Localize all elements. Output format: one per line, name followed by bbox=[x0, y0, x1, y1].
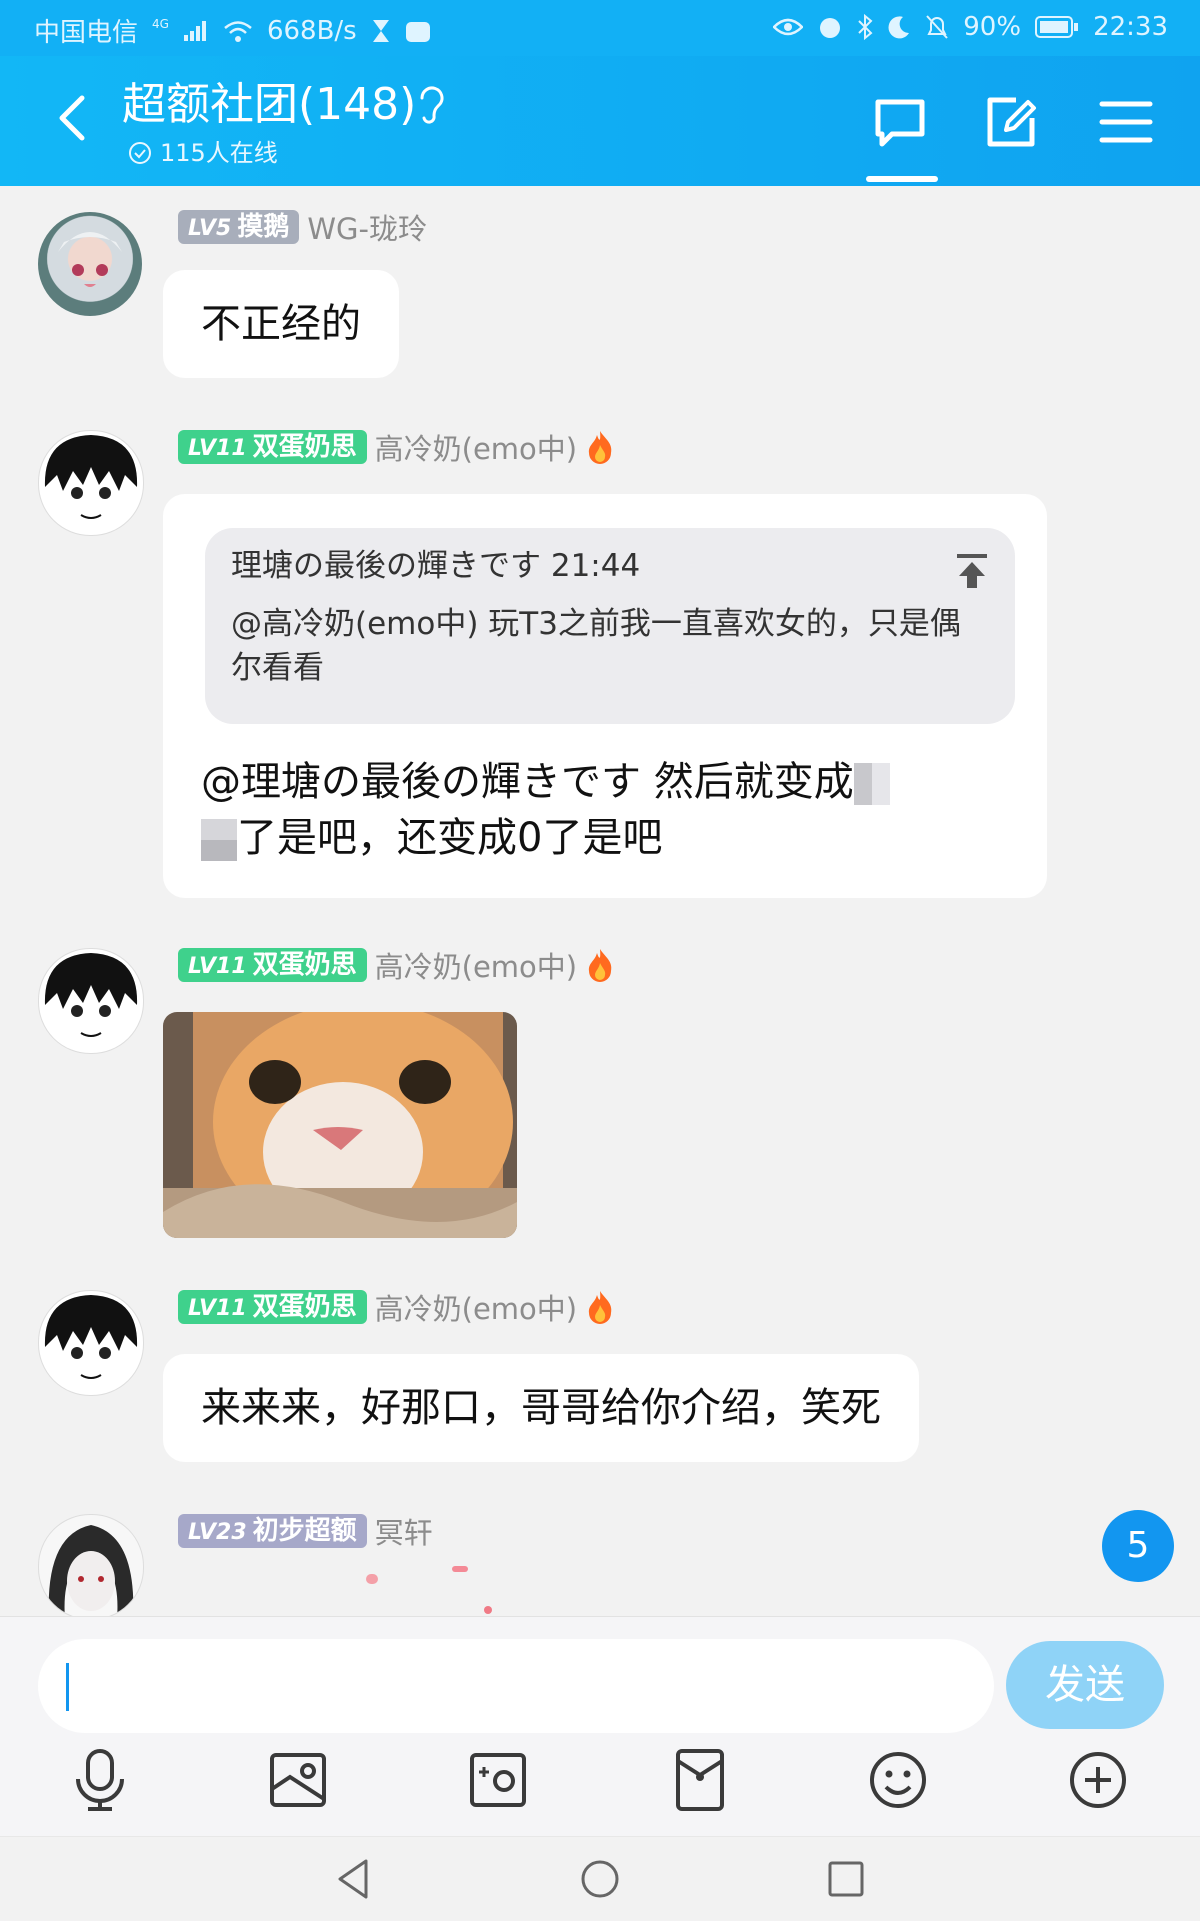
message-meta: LV23 初步超额 冥轩 bbox=[178, 1512, 433, 1550]
avatar[interactable] bbox=[38, 1290, 144, 1396]
avatar[interactable] bbox=[38, 948, 144, 1054]
level-badge: LV11 双蛋奶思 bbox=[178, 430, 367, 464]
dark-hair-girl-avatar-icon bbox=[48, 1525, 134, 1616]
username[interactable]: WG-珑玲 bbox=[307, 206, 427, 248]
message-meta: LV11 双蛋奶思 高冷奶(emo中) bbox=[178, 1288, 615, 1326]
pixelated-emoji bbox=[853, 763, 890, 805]
signal-icon bbox=[183, 20, 206, 41]
edit-icon[interactable] bbox=[984, 94, 1040, 150]
avatar[interactable] bbox=[38, 430, 144, 536]
message-bubble[interactable]: 来来来，好那口，哥哥给你介绍，笑死 bbox=[163, 1354, 919, 1462]
back-arrow-icon[interactable] bbox=[52, 94, 92, 142]
cat-photo[interactable] bbox=[163, 1012, 517, 1238]
active-tab-indicator bbox=[866, 176, 938, 182]
username[interactable]: 高冷奶(emo中) bbox=[375, 1286, 577, 1328]
fire-icon bbox=[589, 949, 612, 982]
message-meta: LV11 双蛋奶思 高冷奶(emo中) bbox=[178, 428, 615, 466]
anime-girl-avatar-icon bbox=[58, 232, 122, 287]
message-meta: LV5 摸鹅 WG-珑玲 bbox=[178, 208, 427, 246]
quote-header: 理塘の最後の輝きです 21:44 bbox=[231, 548, 641, 584]
carrier-label: 中国电信 bbox=[34, 18, 139, 48]
chat-header: 超额社团(148) 115人在线 bbox=[0, 56, 1200, 186]
clock: 22:33 bbox=[1093, 12, 1168, 42]
battery-icon bbox=[1035, 16, 1079, 38]
confetti-dot bbox=[452, 1566, 468, 1572]
network-label: 4G bbox=[152, 16, 169, 31]
bluetooth-icon bbox=[858, 14, 873, 40]
gallery-icon[interactable] bbox=[268, 1747, 328, 1813]
emoji-icon[interactable] bbox=[868, 1747, 928, 1813]
message-list[interactable]: LV5 摸鹅 WG-珑玲 不正经的 LV11 双蛋奶思 高冷奶(emo中) 理塘の最… bbox=[0, 186, 1200, 1616]
confetti-dot bbox=[484, 1606, 492, 1614]
reply-message-bubble[interactable]: 理塘の最後の輝きです 21:44 @高冷奶(emo中) 玩T3之前我一直喜欢女的… bbox=[163, 494, 1047, 898]
group-title[interactable]: 超额社团(148) bbox=[122, 76, 416, 134]
level-badge: LV5 摸鹅 bbox=[178, 210, 300, 244]
cat-photo-image bbox=[163, 1012, 517, 1238]
check-circle-icon bbox=[129, 142, 151, 164]
manga-boy-avatar-icon bbox=[44, 435, 138, 519]
red-packet-icon[interactable] bbox=[670, 1747, 730, 1813]
network-speed: 668B/s bbox=[266, 15, 357, 46]
avatar[interactable] bbox=[38, 212, 142, 316]
alarm-icon bbox=[820, 18, 841, 38]
ear-icon[interactable] bbox=[414, 82, 448, 124]
online-count: 115人在线 bbox=[128, 136, 278, 170]
quote-text: @高冷奶(emo中) 玩T3之前我一直喜欢女的，只是偶尔看看 bbox=[231, 606, 961, 686]
nav-home-icon[interactable] bbox=[576, 1855, 624, 1903]
level-badge: LV11 双蛋奶思 bbox=[178, 948, 367, 982]
menu-icon[interactable] bbox=[1098, 94, 1154, 150]
wifi-icon bbox=[224, 20, 252, 42]
system-nav-bar bbox=[0, 1836, 1200, 1921]
message-input[interactable] bbox=[38, 1639, 994, 1733]
eye-icon bbox=[773, 18, 804, 36]
send-button[interactable]: 发送 bbox=[1006, 1641, 1164, 1729]
username[interactable]: 高冷奶(emo中) bbox=[375, 944, 577, 986]
online-label: 115人在线 bbox=[160, 139, 278, 167]
level-badge: LV23 初步超额 bbox=[178, 1514, 367, 1548]
moon-icon bbox=[888, 16, 910, 39]
app-notification-icon bbox=[405, 21, 430, 42]
reply-text-line2: 了是吧，还变成0了是吧 bbox=[237, 815, 663, 861]
text-cursor bbox=[66, 1663, 69, 1711]
manga-boy-avatar-icon bbox=[44, 953, 138, 1037]
manga-boy-avatar-icon bbox=[44, 1295, 138, 1379]
avatar[interactable] bbox=[38, 1514, 144, 1616]
fire-icon bbox=[589, 431, 612, 464]
username[interactable]: 高冷奶(emo中) bbox=[375, 426, 577, 468]
reply-text-line1: @理塘の最後の輝きです 然后就变成 bbox=[201, 759, 854, 805]
unread-count-badge[interactable]: 5 bbox=[1102, 1510, 1174, 1582]
battery-percent: 90% bbox=[963, 12, 1022, 42]
username[interactable]: 冥轩 bbox=[375, 1510, 433, 1552]
level-badge: LV11 双蛋奶思 bbox=[178, 1290, 367, 1324]
quoted-message[interactable]: 理塘の最後の輝きです 21:44 @高冷奶(emo中) 玩T3之前我一直喜欢女的… bbox=[205, 528, 1015, 724]
camera-icon[interactable] bbox=[468, 1747, 528, 1813]
message-meta: LV11 双蛋奶思 高冷奶(emo中) bbox=[178, 946, 615, 984]
chat-bubble-icon[interactable] bbox=[872, 94, 928, 150]
hourglass-icon bbox=[372, 19, 389, 42]
input-bar: 发送 bbox=[0, 1616, 1200, 1837]
message-bubble[interactable]: 不正经的 bbox=[163, 270, 399, 378]
plus-icon[interactable] bbox=[1068, 1747, 1128, 1813]
reply-text: @理塘の最後の輝きです 然后就变成 了是吧，还变成0了是吧 bbox=[201, 754, 890, 866]
fire-icon bbox=[589, 1291, 612, 1324]
pixelated-emoji bbox=[201, 819, 237, 861]
mute-bell-icon bbox=[926, 15, 949, 39]
confetti-dot bbox=[366, 1574, 378, 1584]
nav-recents-icon[interactable] bbox=[822, 1855, 870, 1903]
scroll-to-top-icon[interactable] bbox=[955, 552, 989, 590]
nav-back-icon[interactable] bbox=[330, 1855, 378, 1903]
microphone-icon[interactable] bbox=[70, 1747, 130, 1813]
status-bar: 中国电信 4G 668B/s 90% 22:33 bbox=[0, 0, 1200, 56]
